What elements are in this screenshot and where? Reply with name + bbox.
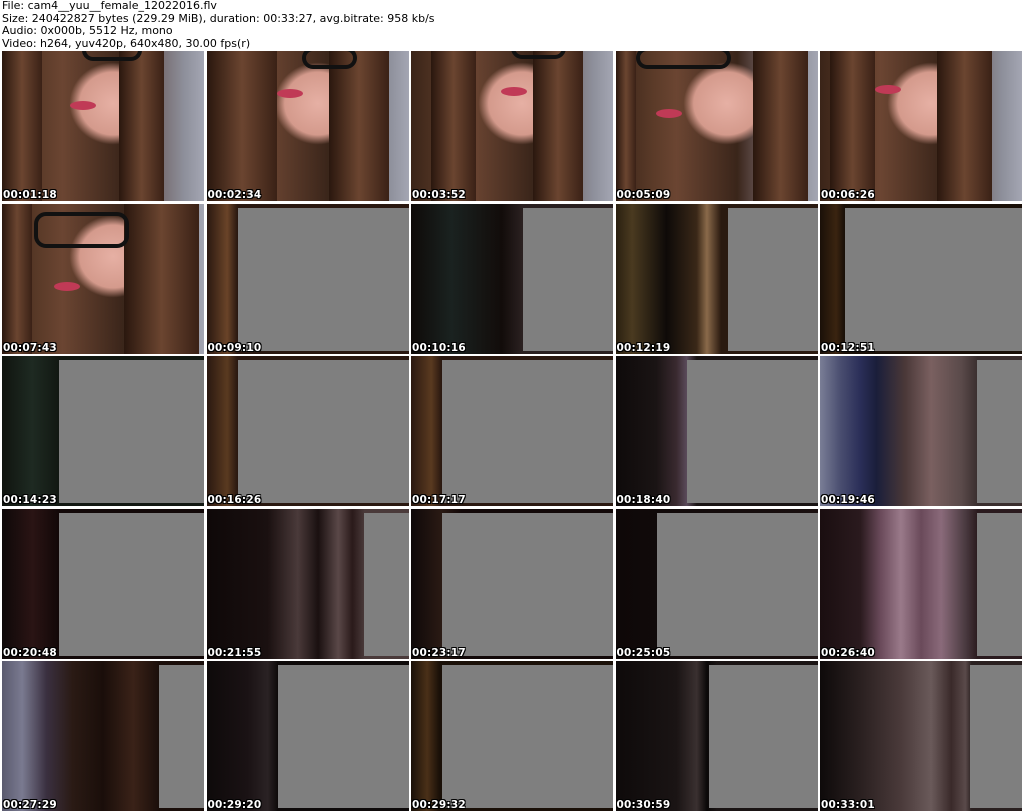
timestamp: 00:23:17 bbox=[412, 646, 466, 659]
thumbnail[interactable]: 00:21:55 bbox=[206, 508, 409, 659]
timestamp: 00:10:16 bbox=[412, 341, 466, 354]
timestamp: 00:27:29 bbox=[3, 799, 57, 811]
timestamp: 00:30:59 bbox=[616, 799, 671, 811]
timestamp: 00:16:26 bbox=[207, 494, 262, 506]
thumbnail[interactable]: 00:01:18 bbox=[2, 51, 204, 201]
file-name-line: File: cam4__yuu__female_12022016.flv bbox=[2, 0, 217, 12]
timestamp: 00:21:55 bbox=[207, 646, 262, 659]
thumbnail[interactable]: 00:20:48 bbox=[2, 508, 204, 659]
thumbnail[interactable]: 00:07:43 bbox=[2, 203, 204, 354]
thumbnail[interactable]: 00:16:26 bbox=[206, 356, 409, 506]
thumbnail[interactable]: 00:12:51 bbox=[820, 203, 1022, 354]
timestamp: 00:33:01 bbox=[821, 799, 875, 811]
thumbnail[interactable]: 00:09:10 bbox=[206, 203, 409, 354]
timestamp: 00:03:52 bbox=[412, 189, 466, 201]
thumbnail[interactable]: 00:29:32 bbox=[411, 661, 613, 811]
timestamp: 00:29:20 bbox=[207, 799, 262, 811]
thumbnail[interactable]: 00:10:16 bbox=[411, 203, 613, 354]
thumbnail[interactable]: 00:17:17 bbox=[411, 356, 613, 506]
timestamp: 00:26:40 bbox=[821, 646, 875, 659]
file-info: File: cam4__yuu__female_12022016.flv Size… bbox=[2, 0, 435, 50]
thumbnail[interactable]: 00:27:29 bbox=[2, 661, 204, 811]
video-info-line: Video: h264, yuv420p, 640x480, 30.00 fps… bbox=[2, 36, 251, 50]
thumbnail[interactable]: 00:14:23 bbox=[2, 356, 204, 506]
thumbnail[interactable]: 00:02:34 bbox=[206, 51, 409, 201]
timestamp: 00:07:43 bbox=[3, 341, 57, 354]
timestamp: 00:17:17 bbox=[412, 494, 466, 506]
thumbnail[interactable]: 00:29:20 bbox=[206, 661, 409, 811]
thumbnail[interactable]: 00:06:26 bbox=[820, 51, 1022, 201]
thumbnail[interactable]: 00:26:40 bbox=[820, 508, 1022, 659]
thumbnail[interactable]: 00:23:17 bbox=[411, 508, 613, 659]
thumbnail[interactable]: 00:03:52 bbox=[411, 51, 613, 201]
timestamp: 00:20:48 bbox=[3, 646, 57, 659]
audio-info-line: Audio: 0x000b, 5512 Hz, mono bbox=[2, 24, 173, 37]
timestamp: 00:01:18 bbox=[3, 189, 57, 201]
timestamp: 00:12:19 bbox=[616, 341, 671, 354]
timestamp: 00:05:09 bbox=[616, 189, 671, 201]
timestamp: 00:18:40 bbox=[616, 494, 671, 506]
thumbnail[interactable]: 00:18:40 bbox=[615, 356, 818, 506]
timestamp: 00:12:51 bbox=[821, 341, 875, 354]
timestamp: 00:19:46 bbox=[821, 494, 875, 506]
timestamp: 00:29:32 bbox=[412, 799, 466, 811]
thumbnail-grid: 00:01:18 00:02:34 00:03:52 00:05:09 00:0… bbox=[2, 51, 1022, 811]
thumbnail[interactable]: 00:33:01 bbox=[820, 661, 1022, 811]
timestamp: 00:02:34 bbox=[207, 189, 262, 201]
timestamp: 00:09:10 bbox=[207, 341, 262, 354]
timestamp: 00:14:23 bbox=[3, 494, 57, 506]
thumbnail[interactable]: 00:30:59 bbox=[615, 661, 818, 811]
thumbnail[interactable]: 00:19:46 bbox=[820, 356, 1022, 506]
timestamp: 00:06:26 bbox=[821, 189, 875, 201]
thumbnail[interactable]: 00:25:05 bbox=[615, 508, 818, 659]
timestamp: 00:25:05 bbox=[616, 646, 671, 659]
thumbnail[interactable]: 00:12:19 bbox=[615, 203, 818, 354]
thumbnail[interactable]: 00:05:09 bbox=[615, 51, 818, 201]
